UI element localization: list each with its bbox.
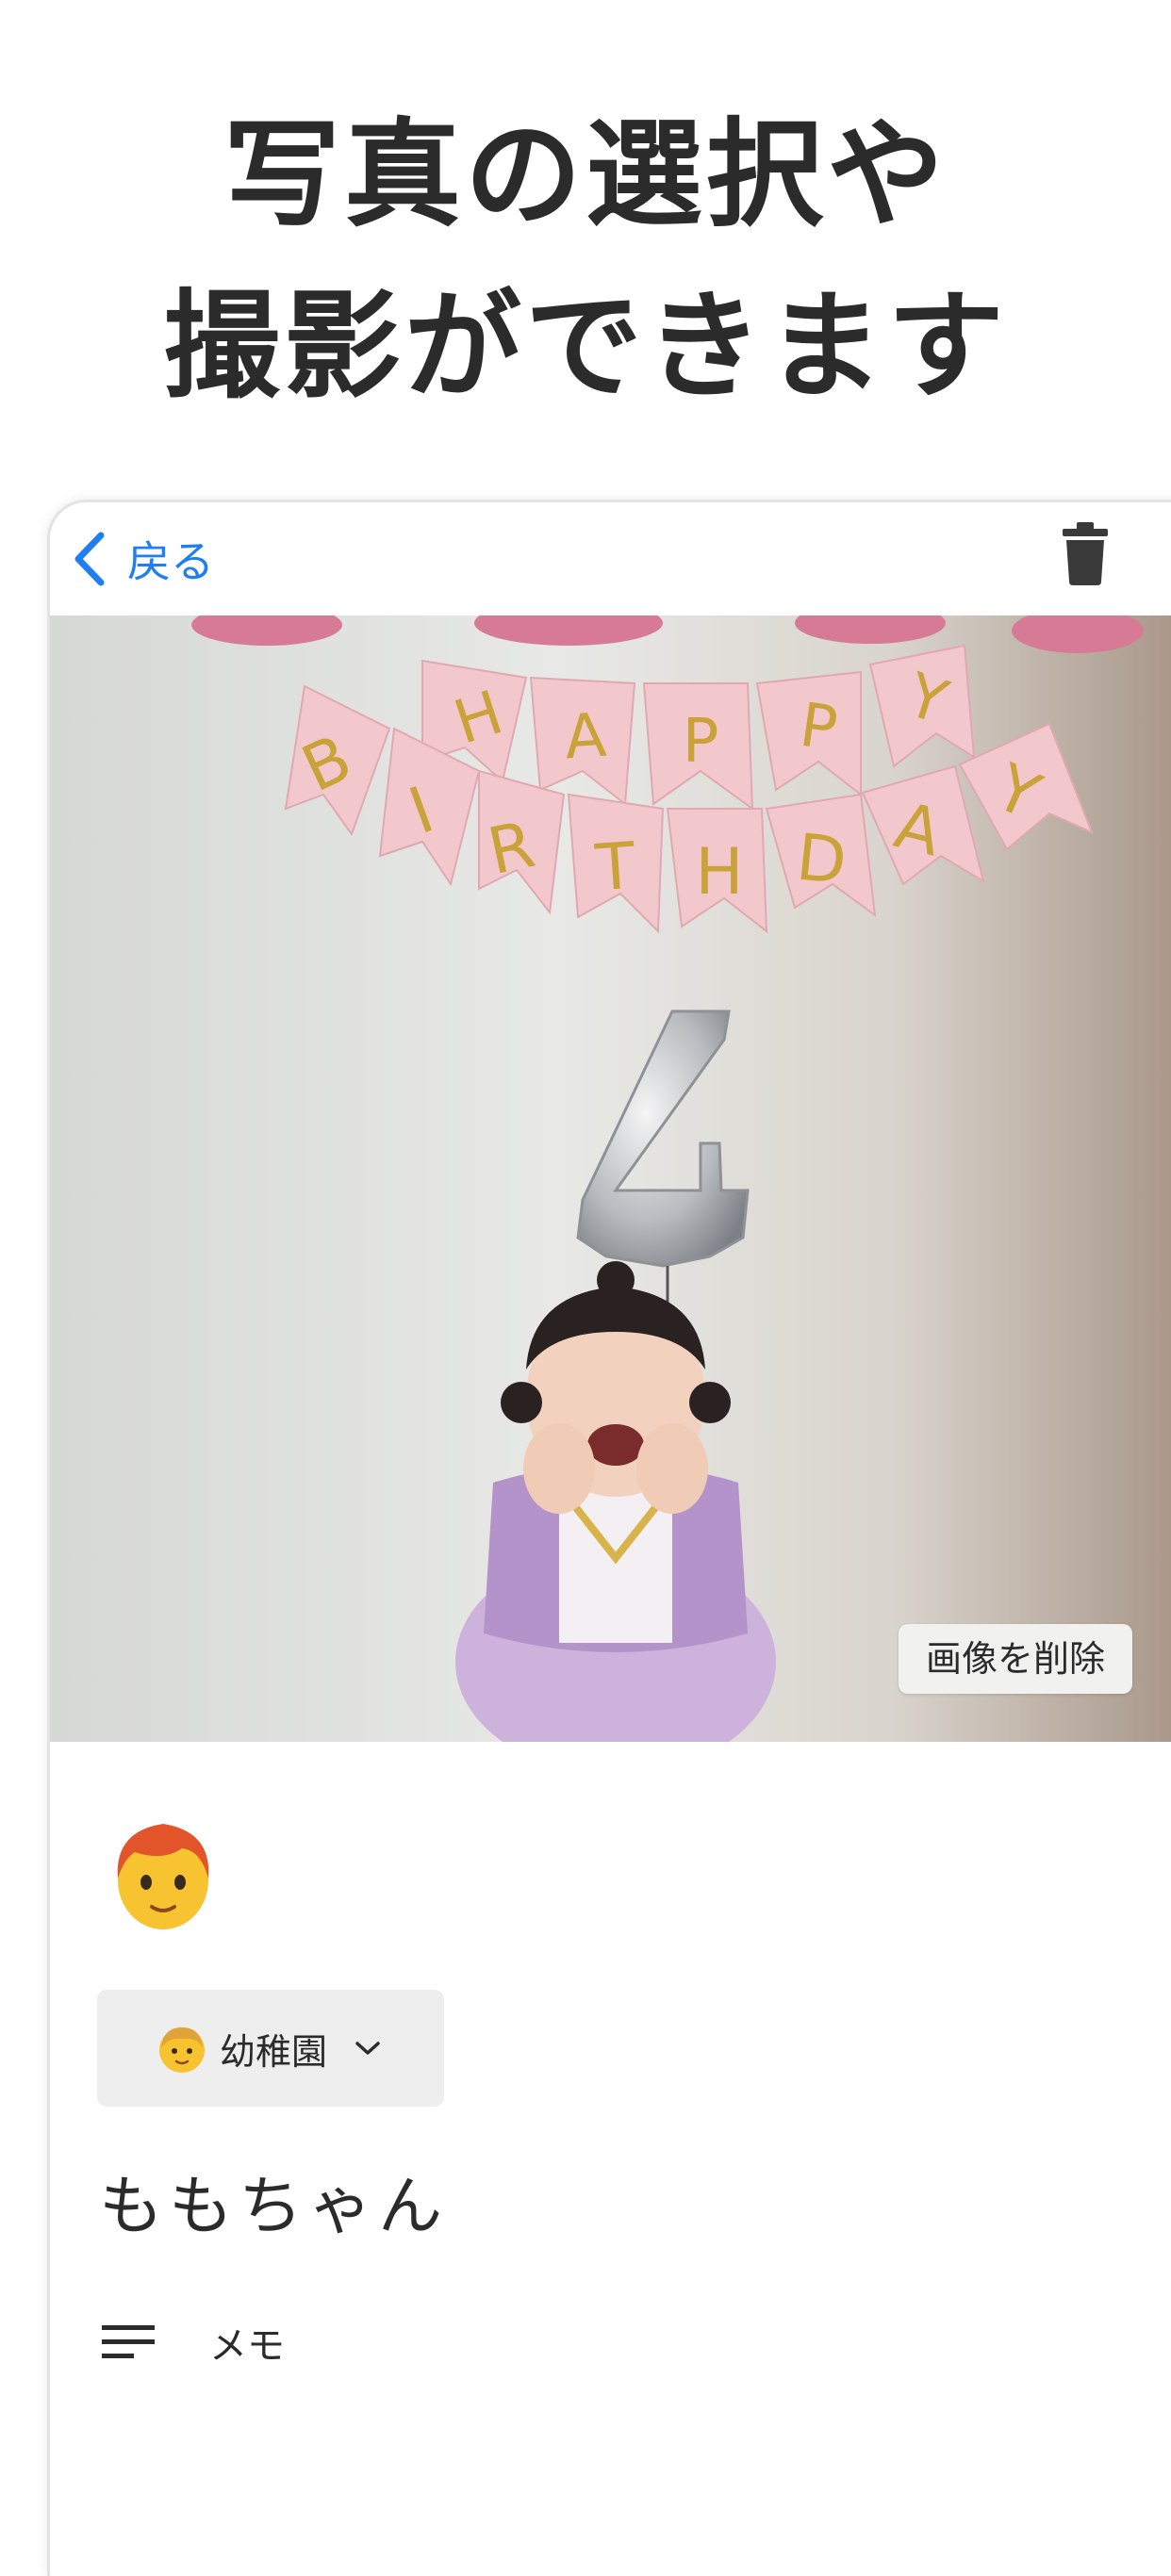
headline-line-1: 写真の選択や [223,107,948,243]
category-dropdown[interactable]: 幼稚園 [97,1990,444,2107]
chevron-left-icon [74,532,105,586]
svg-text:D: D [793,820,849,899]
selected-photo: H A P P Y B I R T H D A Y 画像を削除 [50,615,1171,1742]
delete-image-button[interactable]: 画像を削除 [899,1624,1132,1694]
memo-placeholder: メモ [209,2324,285,2368]
svg-text:T: T [592,829,637,907]
svg-text:H: H [695,835,743,910]
person-emoji-icon[interactable] [107,1813,220,1935]
back-label: 戻る [127,536,214,587]
child-emoji-icon [159,2027,205,2073]
svg-text:P: P [683,707,719,777]
notes-lines-icon [102,2325,155,2358]
app-screen: 戻る H A P P Y B I R T H D A Y 画像を削除 幼稚園 も… [47,500,1171,2576]
trash-icon[interactable] [1059,519,1112,587]
memo-field[interactable]: メモ [102,2314,285,2371]
birthday-photo-image: H A P P Y B I R T H D A Y [50,615,1171,1742]
category-label: 幼稚園 [220,2030,328,2073]
headline-line-2: 撮影ができます [162,279,1008,415]
headline: 写真の選択や 撮影ができます [0,90,1171,433]
child-name-field[interactable]: ももちゃん [99,2154,448,2247]
back-button[interactable]: 戻る [71,523,214,595]
svg-text:A: A [563,701,609,774]
navigation-bar: 戻る [50,502,1171,615]
chevron-down-icon [355,2042,380,2055]
